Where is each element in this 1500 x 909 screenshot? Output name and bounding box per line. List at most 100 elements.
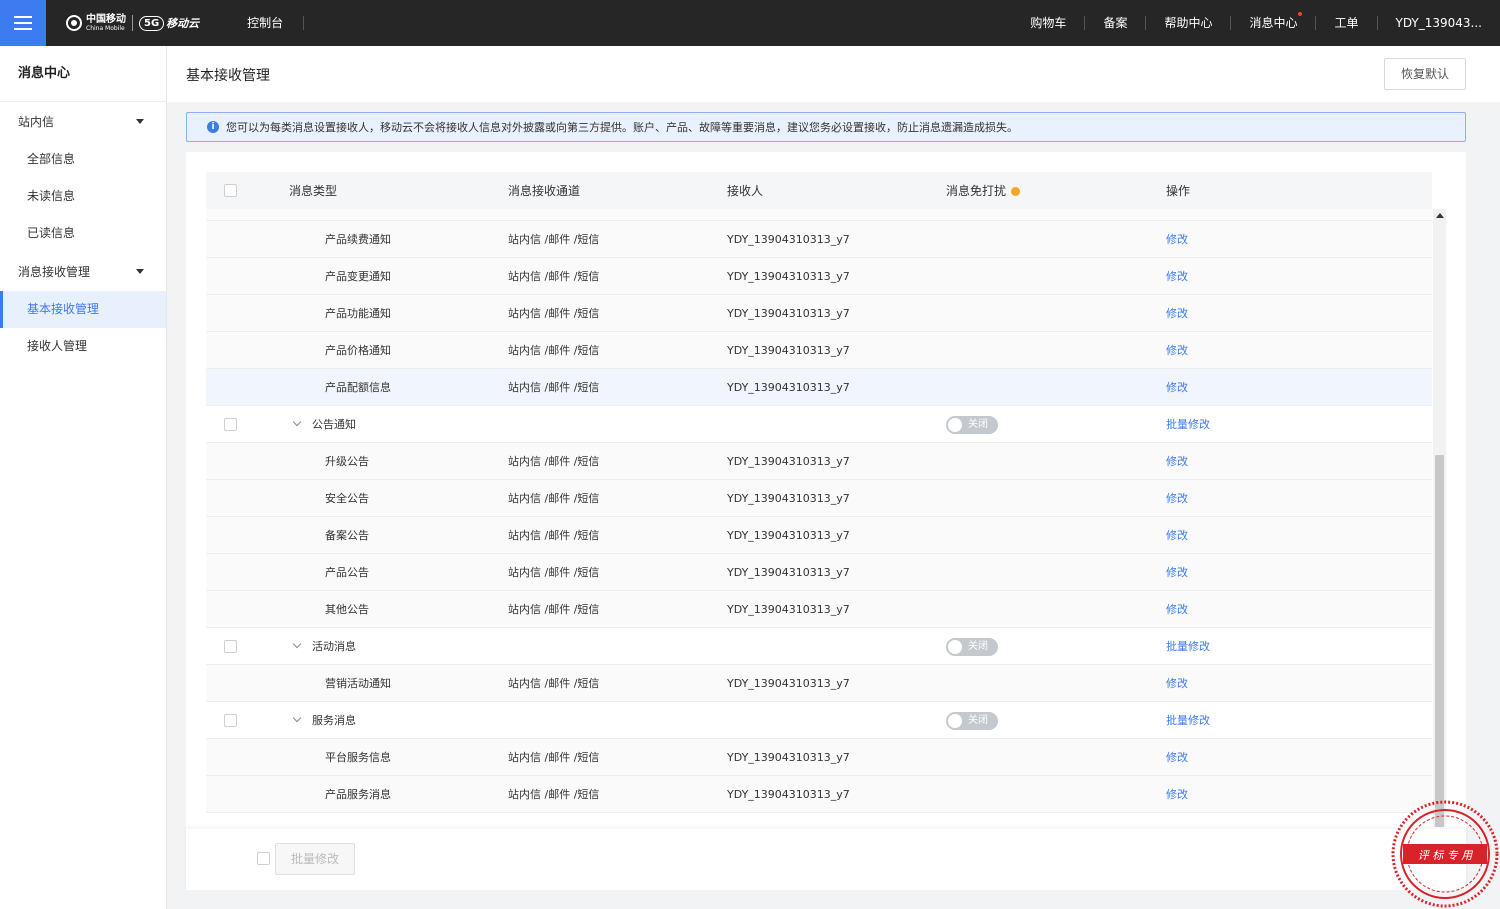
edit-link[interactable]: 修改 bbox=[1166, 369, 1188, 406]
channel-cell: 站内信 /邮件 /短信 bbox=[508, 209, 599, 221]
edit-link[interactable]: 修改 bbox=[1166, 665, 1188, 702]
sidebar-item-unread[interactable]: 未读信息 bbox=[0, 178, 166, 215]
receiver-cell: YDY_13904310313_y7 bbox=[727, 677, 850, 690]
logo[interactable]: 中国移动 China Mobile 5G 移动云 bbox=[66, 14, 199, 32]
message-type-cell: 安全公告 bbox=[325, 492, 369, 505]
toggle-label: 关闭 bbox=[968, 419, 988, 430]
menu-icon[interactable] bbox=[0, 0, 46, 46]
edit-link[interactable]: 修改 bbox=[1166, 591, 1188, 628]
nav-ticket[interactable]: 工单 bbox=[1316, 16, 1378, 30]
caret-down-icon bbox=[136, 119, 144, 124]
dnd-toggle[interactable]: 关闭 bbox=[946, 712, 998, 730]
row-checkbox[interactable] bbox=[224, 418, 237, 431]
select-all-checkbox[interactable] bbox=[224, 184, 237, 197]
batch-edit-link[interactable]: 批量修改 bbox=[1166, 628, 1210, 665]
row-checkbox[interactable] bbox=[224, 640, 237, 653]
user-account[interactable]: YDY_139043... bbox=[1378, 16, 1483, 30]
channel-cell: 站内信 /邮件 /短信 bbox=[508, 455, 600, 468]
chevron-down-icon[interactable] bbox=[292, 713, 302, 723]
message-type-cell: 平台服务信息 bbox=[325, 751, 391, 764]
batch-edit-button[interactable]: 批量修改 bbox=[275, 843, 355, 875]
batch-edit-link[interactable]: 批量修改 bbox=[1166, 702, 1210, 739]
col-header-type: 消息类型 bbox=[289, 184, 338, 198]
table-row: 备案公告 站内信 /邮件 /短信 YDY_13904310313_y7 修改 bbox=[206, 517, 1432, 554]
sidebar-group-receive-mgmt[interactable]: 消息接收管理 bbox=[0, 254, 166, 291]
edit-link[interactable]: 修改 bbox=[1166, 443, 1188, 480]
receiver-cell: YDY_13904310313_y7 bbox=[727, 788, 850, 801]
footer-select-all-checkbox[interactable] bbox=[257, 852, 270, 865]
table-row: 产品公告 站内信 /邮件 /短信 YDY_13904310313_y7 修改 bbox=[206, 554, 1432, 591]
edit-link[interactable]: 修改 bbox=[1166, 258, 1188, 295]
logo-5g: 5G bbox=[139, 15, 165, 31]
dnd-toggle[interactable]: 关闭 bbox=[946, 638, 998, 656]
message-type-cell: 产品公告 bbox=[325, 566, 369, 579]
scroll-thumb[interactable] bbox=[1435, 455, 1444, 827]
row-checkbox[interactable] bbox=[224, 714, 237, 727]
receiver-cell: YDY_13904310313_y7 bbox=[727, 603, 850, 616]
edit-link[interactable]: 修改 bbox=[1166, 332, 1188, 369]
channel-cell: 站内信 /邮件 /短信 bbox=[508, 788, 600, 801]
sidebar-item-all[interactable]: 全部信息 bbox=[0, 141, 166, 178]
nav-message-center-label: 消息中心 bbox=[1249, 16, 1298, 30]
batch-edit-link[interactable]: 批量修改 bbox=[1166, 406, 1210, 443]
edit-link[interactable]: 修改 bbox=[1166, 776, 1188, 813]
group-label[interactable]: 公告通知 bbox=[292, 406, 356, 443]
edit-link[interactable]: 修改 bbox=[1166, 517, 1188, 554]
message-type-cell: 备案公告 bbox=[325, 529, 369, 542]
table-row: 产品配额信息 站内信 /邮件 /短信 YDY_13904310313_y7 修改 bbox=[206, 369, 1432, 406]
col-header-receiver: 接收人 bbox=[727, 184, 764, 198]
message-type-cell: 升级公告 bbox=[325, 455, 369, 468]
nav-cart[interactable]: 购物车 bbox=[1012, 16, 1086, 30]
edit-link[interactable]: 修改 bbox=[1166, 480, 1188, 517]
edit-link[interactable]: 修改 bbox=[1166, 221, 1188, 258]
edit-link[interactable]: 修改 bbox=[1166, 295, 1188, 332]
nav-message-center[interactable]: 消息中心 bbox=[1231, 12, 1317, 30]
notice-text: 您可以为每类消息设置接收人，移动云不会将接收人信息对外披露或向第三方提供。账户、… bbox=[226, 121, 1018, 134]
seal-text: 评 标 专 用 bbox=[1418, 849, 1473, 862]
col-header-op: 操作 bbox=[1166, 184, 1191, 198]
console-link[interactable]: 控制台 bbox=[247, 16, 305, 30]
restore-default-button[interactable]: 恢复默认 bbox=[1384, 58, 1466, 90]
toggle-knob bbox=[948, 714, 962, 728]
sidebar-item-read[interactable]: 已读信息 bbox=[0, 215, 166, 252]
table-scrollbar[interactable] bbox=[1433, 209, 1446, 827]
channel-cell: 站内信 /邮件 /短信 bbox=[508, 677, 600, 690]
chevron-down-icon[interactable] bbox=[292, 417, 302, 427]
scroll-up-arrow-icon[interactable] bbox=[1436, 213, 1444, 218]
receiver-cell: YDY_13904310313_y7 bbox=[727, 381, 850, 394]
unread-dot bbox=[1298, 12, 1303, 16]
sidebar-item-basic-receive[interactable]: 基本接收管理 bbox=[0, 291, 166, 328]
toggle-knob bbox=[948, 640, 962, 654]
receiver-cell: YDY_13904310313_y7 bbox=[727, 529, 850, 542]
table-row: 产品变更通知 站内信 /邮件 /短信 YDY_13904310313_y7 修改 bbox=[206, 258, 1432, 295]
message-type-cell: 营销活动通知 bbox=[325, 677, 391, 690]
nav-help-center[interactable]: 帮助中心 bbox=[1146, 16, 1232, 30]
message-type-cell: 产品配额信息 bbox=[325, 381, 391, 394]
chevron-down-icon[interactable] bbox=[292, 639, 302, 649]
sidebar-item-receiver-mgmt[interactable]: 接收人管理 bbox=[0, 328, 166, 365]
edit-link[interactable]: 修改 bbox=[1166, 554, 1188, 591]
logo-divider bbox=[132, 15, 133, 31]
edit-link[interactable]: 修改 bbox=[1166, 209, 1188, 221]
table-body[interactable]: 产品清退通知站内信 /邮件 /短信YDY_13904310313_y7修改产品续… bbox=[206, 209, 1432, 827]
edit-link[interactable]: 修改 bbox=[1166, 739, 1188, 776]
table-header: 消息类型 消息接收通道 接收人 消息免打扰 操作 bbox=[206, 172, 1432, 209]
channel-cell: 站内信 /邮件 /短信 bbox=[508, 381, 600, 394]
dnd-toggle[interactable]: 关闭 bbox=[946, 416, 998, 434]
col-header-dnd-label: 消息免打扰 bbox=[946, 184, 1007, 198]
sidebar-group-label: 站内信 bbox=[18, 115, 55, 129]
message-type-cell: 产品清退通知 bbox=[325, 209, 391, 221]
warning-icon[interactable] bbox=[1011, 187, 1021, 196]
col-header-channel: 消息接收通道 bbox=[508, 184, 581, 198]
group-type-text: 活动消息 bbox=[312, 640, 356, 653]
sidebar: 消息中心 站内信 全部信息 未读信息 已读信息 消息接收管理 基本接收管理 接收… bbox=[0, 46, 167, 909]
group-label[interactable]: 服务消息 bbox=[292, 702, 356, 739]
caret-down-icon bbox=[136, 269, 144, 274]
channel-cell: 站内信 /邮件 /短信 bbox=[508, 492, 600, 505]
group-label[interactable]: 活动消息 bbox=[292, 628, 356, 665]
nav-filing[interactable]: 备案 bbox=[1085, 16, 1147, 30]
table-group-row: 服务消息 关闭 批量修改 bbox=[206, 702, 1432, 739]
sidebar-group-inbox[interactable]: 站内信 bbox=[0, 104, 166, 141]
receiver-cell: YDY_13904310313_y7 bbox=[727, 209, 850, 221]
receiver-cell: YDY_13904310313_y7 bbox=[727, 307, 850, 320]
